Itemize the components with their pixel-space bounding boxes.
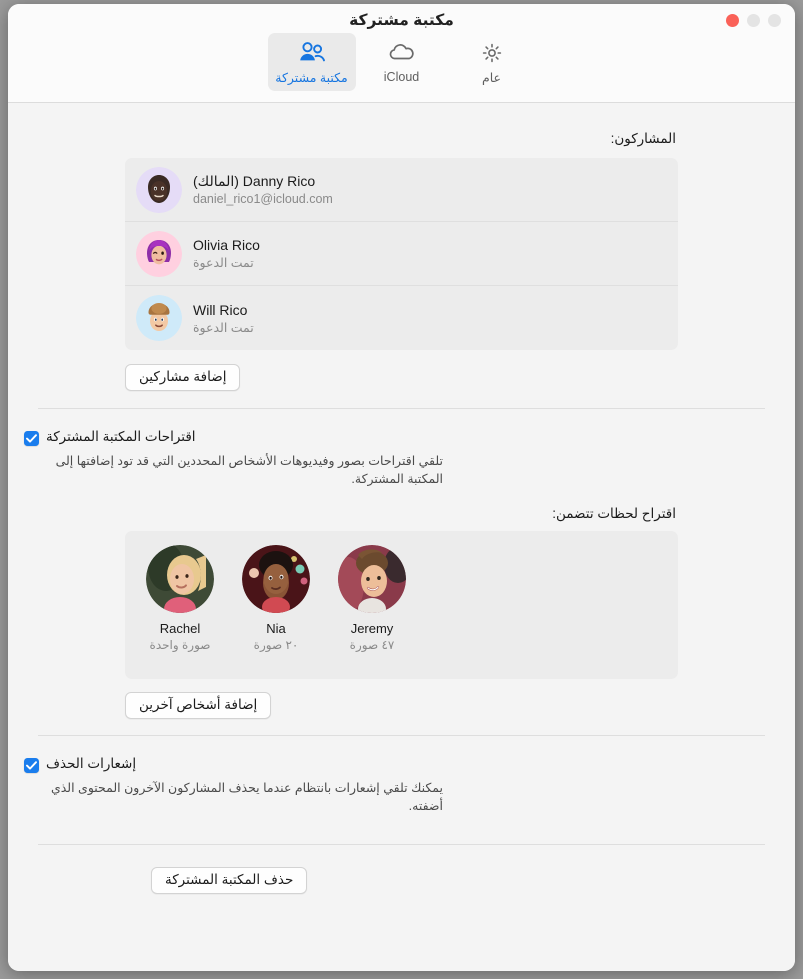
suggested-people-list: Rachel صورة واحدة Nia ٢٠ صورة Jeremy ٤٧ … (125, 531, 678, 680)
person-photo-count: ٢٠ صورة (253, 638, 299, 653)
gear-icon (477, 38, 507, 68)
delete-shared-library-button[interactable]: حذف المكتبة المشتركة (151, 866, 308, 894)
checkbox-checked-icon[interactable] (24, 758, 39, 774)
avatar (136, 295, 182, 341)
tab-label: مكتبة مشتركة (275, 71, 348, 85)
minimize-window-button[interactable] (747, 14, 760, 27)
participant-name: Olivia Rico (193, 237, 260, 253)
participants-list: Danny Rico (المالك) daniel_rico1@icloud.… (125, 158, 678, 350)
add-participants-button[interactable]: إضافة مشاركين (125, 364, 241, 391)
participant-sub: تمت الدعوة (193, 256, 254, 270)
avatar (136, 230, 182, 277)
add-other-people-row: إضافة أشخاص آخرين (24, 692, 779, 720)
delete-library-row: حذف المكتبة المشتركة (24, 866, 779, 894)
person-photo (242, 545, 310, 614)
participant-name: Danny Rico (المالك) (193, 173, 316, 189)
delete-notifications-row[interactable]: إشعارات الحذف (24, 756, 779, 774)
person-photo (146, 545, 214, 614)
participant-info: Danny Rico (المالك) daniel_rico1@icloud.… (193, 173, 333, 206)
person-name: Jeremy (350, 621, 394, 637)
close-window-button[interactable] (726, 14, 739, 27)
tab-icloud[interactable]: iCloud (358, 33, 446, 91)
suggested-person[interactable]: Jeremy ٤٧ صورة (331, 545, 413, 652)
suggested-person[interactable]: Rachel صورة واحدة (139, 545, 221, 652)
tab-label: عام (482, 71, 502, 85)
tab-label: iCloud (383, 70, 420, 84)
avatar (136, 166, 182, 213)
person-name: Rachel (159, 621, 201, 637)
cloud-icon (387, 38, 417, 68)
moments-heading: اقتراح لحظات تتضمن: (552, 506, 676, 522)
add-participants-row: إضافة مشاركين (24, 364, 779, 391)
participant-sub: daniel_rico1@icloud.com (193, 192, 333, 206)
participants-heading: المشاركون: (610, 131, 676, 146)
person-photo-count: ٤٧ صورة (349, 638, 395, 653)
participant-info: Will Rico تمت الدعوة (193, 302, 254, 335)
window-title: مكتبة مشتركة (349, 12, 454, 29)
toolbar-tabs: مكتبة مشتركة iCloud عام (8, 33, 795, 91)
participant-sub: تمت الدعوة (193, 320, 254, 335)
shared-library-suggestions-row[interactable]: اقتراحات المكتبة المشتركة (24, 429, 779, 446)
checkbox-checked-icon[interactable] (24, 431, 39, 446)
two-people-icon (297, 38, 327, 68)
checkbox-label: اقتراحات المكتبة المشتركة (46, 429, 196, 444)
person-photo-count: صورة واحدة (149, 638, 211, 653)
add-other-people-button[interactable]: إضافة أشخاص آخرين (125, 692, 272, 720)
suggested-person[interactable]: Nia ٢٠ صورة (235, 545, 317, 652)
participant-row[interactable]: Danny Rico (المالك) daniel_rico1@icloud.… (125, 158, 678, 222)
settings-content: المشاركون: Danny Rico (المالك) daniel_ri… (8, 103, 795, 971)
tab-shared-library[interactable]: مكتبة مشتركة (267, 33, 356, 91)
participant-row[interactable]: Will Rico تمت الدعوة (125, 286, 678, 350)
person-name: Nia (266, 621, 286, 637)
participant-row[interactable]: Olivia Rico تمت الدعوة (125, 222, 678, 286)
suggestions-description: تلقي اقتراحات بصور وفيديوهات الأشخاص الم… (55, 454, 443, 487)
tab-general[interactable]: عام (448, 33, 536, 91)
person-photo (338, 545, 406, 614)
delete-notifications-description: يمكنك تلقي إشعارات بانتظام عندما يحذف ال… (50, 781, 443, 814)
zoom-window-button[interactable] (768, 14, 781, 27)
window-toolbar: مكتبة مشتركة مكتبة مشتركة iCloud عام (8, 4, 795, 103)
participant-name: Will Rico (193, 301, 248, 318)
participant-info: Olivia Rico تمت الدعوة (193, 237, 260, 270)
checkbox-label: إشعارات الحذف (46, 756, 137, 772)
shared-library-settings-window: مكتبة مشتركة مكتبة مشتركة iCloud عام الم… (8, 4, 795, 971)
window-controls (726, 14, 781, 27)
